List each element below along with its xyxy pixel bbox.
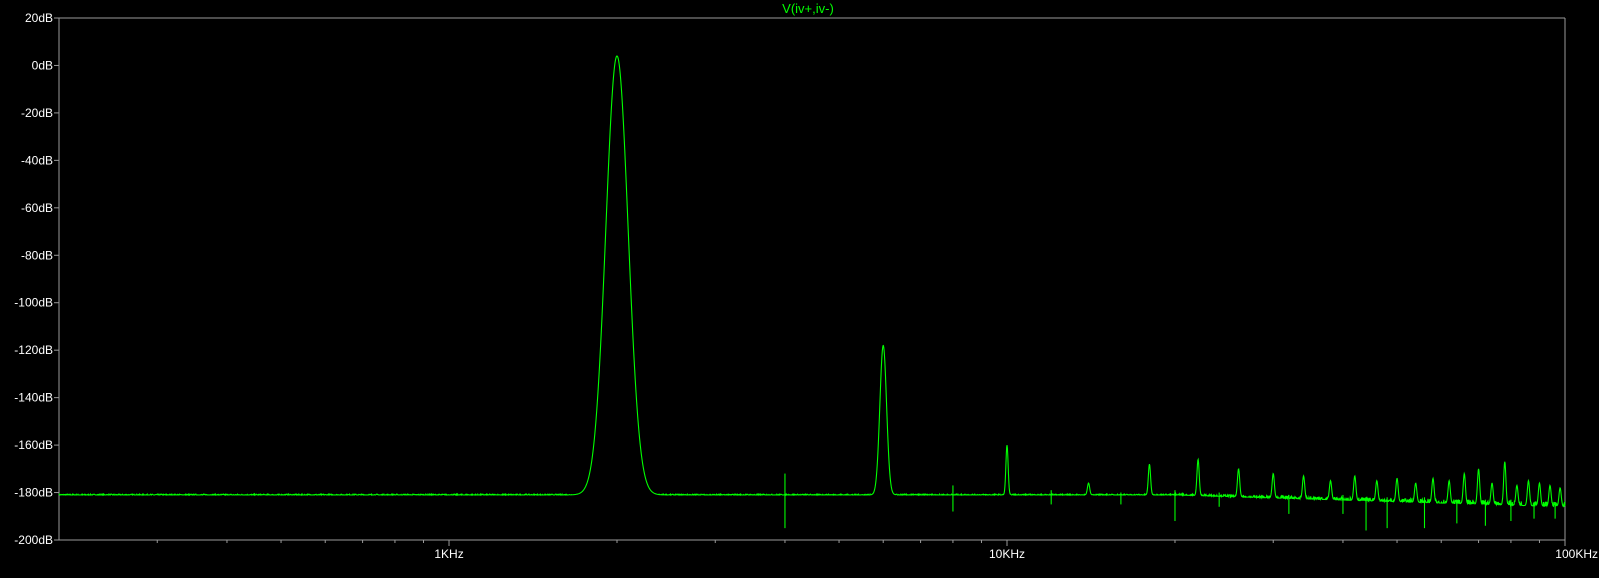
plot-background xyxy=(0,0,1599,578)
y-tick-label: -80dB xyxy=(21,248,53,262)
y-tick-label: -60dB xyxy=(21,201,53,215)
trace-title[interactable]: V(iv+,iv-) xyxy=(782,1,834,16)
y-tick-label: -140dB xyxy=(14,391,53,405)
y-tick-label: -160dB xyxy=(14,438,53,452)
y-tick-label: -100dB xyxy=(14,296,53,310)
y-tick-label: 20dB xyxy=(25,11,53,25)
x-tick-label: 10KHz xyxy=(989,547,1025,561)
y-tick-label: -200dB xyxy=(14,533,53,547)
y-tick-label: -20dB xyxy=(21,106,53,120)
y-tick-label: -120dB xyxy=(14,343,53,357)
x-tick-label: 1KHz xyxy=(434,547,463,561)
y-tick-label: -40dB xyxy=(21,153,53,167)
y-tick-label: -180dB xyxy=(14,486,53,500)
x-tick-label: 100KHz xyxy=(1555,547,1598,561)
spectrum-plot[interactable]: V(iv+,iv-) 20dB 0dB -20dB -40dB -60dB -80dB -1… xyxy=(0,0,1599,578)
y-tick-label: 0dB xyxy=(32,58,53,72)
